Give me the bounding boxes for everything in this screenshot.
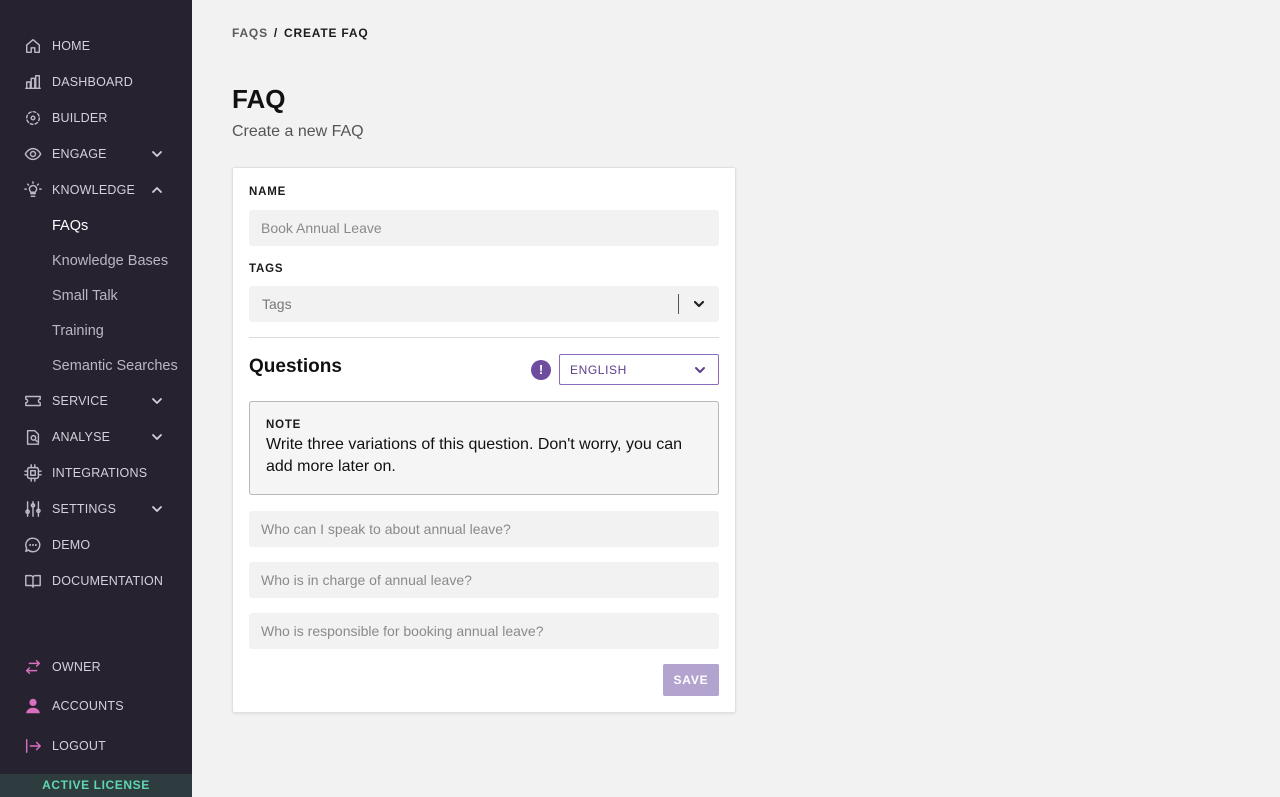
chevron-up-icon[interactable] bbox=[150, 183, 164, 197]
question-input-3[interactable] bbox=[249, 613, 719, 649]
nav-owner-label: OWNER bbox=[52, 660, 101, 674]
nav-integrations-label: INTEGRATIONS bbox=[52, 466, 148, 480]
builder-icon bbox=[24, 109, 42, 127]
ticket-icon bbox=[24, 392, 42, 410]
swap-icon bbox=[24, 658, 42, 676]
nav-accounts-label: ACCOUNTS bbox=[52, 699, 124, 713]
user-icon bbox=[24, 697, 42, 715]
eye-icon bbox=[24, 145, 42, 163]
lightbulb-icon bbox=[24, 181, 42, 199]
sidebar-item-faqs[interactable]: FAQs bbox=[52, 216, 88, 236]
sliders-icon bbox=[24, 500, 42, 518]
section-divider bbox=[249, 337, 719, 338]
chevron-down-icon bbox=[693, 363, 707, 377]
tags-label: TAGS bbox=[249, 263, 284, 275]
chat-icon bbox=[24, 536, 42, 554]
tags-select[interactable]: Tags bbox=[249, 286, 719, 322]
sidebar-item-knowledge-bases[interactable]: Knowledge Bases bbox=[52, 251, 168, 271]
name-label: NAME bbox=[249, 186, 287, 198]
chevron-down-icon[interactable] bbox=[150, 430, 164, 444]
language-value: ENGLISH bbox=[570, 363, 627, 377]
nav-dashboard[interactable]: DASHBOARD bbox=[24, 71, 174, 93]
nav-knowledge-label: KNOWLEDGE bbox=[52, 183, 136, 197]
nav-demo-label: DEMO bbox=[52, 538, 91, 552]
save-button[interactable]: SAVE bbox=[663, 664, 719, 696]
home-icon bbox=[24, 37, 42, 55]
select-divider bbox=[678, 294, 679, 314]
nav-analyse-label: ANALYSE bbox=[52, 430, 111, 444]
nav-settings-label: SETTINGS bbox=[52, 502, 117, 516]
info-icon[interactable]: ! bbox=[531, 360, 551, 380]
nav-logout[interactable]: LOGOUT bbox=[24, 735, 174, 757]
breadcrumb-current: CREATE FAQ bbox=[284, 26, 369, 40]
analyse-icon bbox=[24, 428, 42, 446]
sidebar-item-training[interactable]: Training bbox=[52, 321, 104, 341]
bar-chart-icon bbox=[24, 73, 42, 91]
nav-dashboard-label: DASHBOARD bbox=[52, 75, 133, 89]
book-icon bbox=[24, 572, 42, 590]
breadcrumb-faqs[interactable]: FAQS bbox=[232, 26, 268, 40]
questions-title: Questions bbox=[249, 356, 342, 377]
note-label: NOTE bbox=[266, 419, 302, 431]
nav-service[interactable]: SERVICE bbox=[24, 390, 174, 412]
logout-icon bbox=[24, 737, 42, 755]
language-select[interactable]: ENGLISH bbox=[559, 354, 719, 385]
nav-builder-label: BUILDER bbox=[52, 111, 108, 125]
nav-engage[interactable]: ENGAGE bbox=[24, 143, 174, 165]
nav-demo[interactable]: DEMO bbox=[24, 534, 174, 556]
chevron-down-icon[interactable] bbox=[150, 502, 164, 516]
nav-builder[interactable]: BUILDER bbox=[24, 107, 174, 129]
question-input-1[interactable] bbox=[249, 511, 719, 547]
nav-documentation-label: DOCUMENTATION bbox=[52, 574, 164, 588]
nav-engage-label: ENGAGE bbox=[52, 147, 107, 161]
chip-icon bbox=[24, 464, 42, 482]
chevron-down-icon[interactable] bbox=[692, 297, 706, 311]
nav-knowledge[interactable]: KNOWLEDGE bbox=[24, 179, 174, 201]
page-title: FAQ bbox=[232, 84, 286, 114]
sidebar: HOME DASHBOARD BUILDER ENGAGE KNOWLEDGE … bbox=[0, 0, 192, 797]
tags-placeholder: Tags bbox=[262, 296, 292, 312]
sidebar-item-small-talk[interactable]: Small Talk bbox=[52, 286, 118, 306]
breadcrumb: FAQS / CREATE FAQ bbox=[232, 26, 368, 40]
nav-home[interactable]: HOME bbox=[24, 35, 174, 57]
name-input[interactable] bbox=[249, 210, 719, 246]
license-status: ACTIVE LICENSE bbox=[0, 774, 192, 797]
nav-home-label: HOME bbox=[52, 39, 91, 53]
nav-settings[interactable]: SETTINGS bbox=[24, 498, 174, 520]
faq-form-card: NAME TAGS Tags Questions ! ENGLISH NOTE … bbox=[232, 167, 736, 713]
nav-documentation[interactable]: DOCUMENTATION bbox=[24, 570, 174, 592]
chevron-down-icon[interactable] bbox=[150, 147, 164, 161]
sidebar-item-semantic-searches[interactable]: Semantic Searches bbox=[52, 356, 178, 376]
chevron-down-icon[interactable] bbox=[150, 394, 164, 408]
nav-accounts[interactable]: ACCOUNTS bbox=[24, 695, 174, 717]
nav-integrations[interactable]: INTEGRATIONS bbox=[24, 462, 174, 484]
nav-logout-label: LOGOUT bbox=[52, 739, 106, 753]
nav-owner[interactable]: OWNER bbox=[24, 656, 174, 678]
note-text: Write three variations of this question.… bbox=[266, 436, 682, 475]
breadcrumb-separator: / bbox=[273, 26, 279, 40]
nav-service-label: SERVICE bbox=[52, 394, 109, 408]
page-subtitle: Create a new FAQ bbox=[232, 123, 364, 140]
note-box: NOTE Write three variations of this ques… bbox=[249, 401, 719, 495]
question-input-2[interactable] bbox=[249, 562, 719, 598]
nav-analyse[interactable]: ANALYSE bbox=[24, 426, 174, 448]
